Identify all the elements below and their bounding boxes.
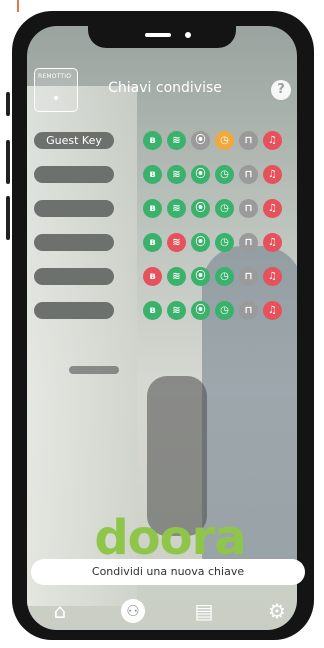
- clock-icon[interactable]: ◷: [215, 267, 234, 286]
- clock-icon[interactable]: ◷: [215, 131, 234, 150]
- key-name-label[interactable]: [34, 302, 114, 319]
- bluetooth-icon[interactable]: ʙ: [143, 165, 162, 184]
- wifi-icon[interactable]: ≋: [167, 267, 186, 286]
- nav-settings[interactable]: ⚙: [262, 596, 292, 626]
- alarm-bell-icon[interactable]: ♫: [263, 301, 282, 320]
- key-name-label[interactable]: [34, 234, 114, 251]
- gate-icon[interactable]: ⊓: [239, 131, 258, 150]
- nav-shared-keys[interactable]: ⚇: [121, 599, 145, 623]
- clock-icon[interactable]: ◷: [215, 301, 234, 320]
- bluetooth-icon[interactable]: ʙ: [143, 131, 162, 150]
- bottom-nav: ⌂ ⚇ ▤ ⚙: [27, 592, 297, 630]
- speaker-icon: [145, 33, 171, 37]
- wifi-icon[interactable]: ≋: [167, 131, 186, 150]
- key-row[interactable]: ʙ ≋ ⦿ ◷ ⊓ ♫: [34, 199, 296, 218]
- accent-line: [17, 0, 19, 12]
- bluetooth-icon[interactable]: ʙ: [143, 199, 162, 218]
- home-icon: ⌂: [53, 599, 67, 623]
- device-logo[interactable]: REMOTTIO: [34, 68, 78, 112]
- device-logo-text: REMOTTIO: [38, 73, 72, 80]
- key-row[interactable]: ʙ ≋ ⦿ ◷ ⊓ ♫: [34, 301, 296, 320]
- gate-icon[interactable]: ⊓: [239, 165, 258, 184]
- key-row[interactable]: ʙ ≋ ⦿ ◷ ⊓ ♫: [34, 165, 296, 184]
- remote-signal-icon[interactable]: ⦿: [191, 233, 210, 252]
- bluetooth-icon[interactable]: ʙ: [143, 267, 162, 286]
- settings-icon: ⚙: [268, 599, 286, 623]
- key-row[interactable]: ʙ ≋ ⦿ ◷ ⊓ ♫: [34, 267, 296, 286]
- nav-documents[interactable]: ▤: [189, 596, 219, 626]
- key-name-label[interactable]: Guest Key: [34, 132, 114, 149]
- remote-signal-icon[interactable]: ⦿: [191, 301, 210, 320]
- clock-icon[interactable]: ◷: [215, 233, 234, 252]
- device-status-dot: [54, 96, 58, 100]
- phone-volume-down: [6, 196, 10, 240]
- alarm-bell-icon[interactable]: ♫: [263, 267, 282, 286]
- gate-icon[interactable]: ⊓: [239, 199, 258, 218]
- alarm-bell-icon[interactable]: ♫: [263, 199, 282, 218]
- page-title: Chiavi condivise: [108, 80, 222, 96]
- remote-signal-icon[interactable]: ⦿: [191, 131, 210, 150]
- key-name-label[interactable]: [34, 200, 114, 217]
- document-icon: ▤: [194, 599, 214, 623]
- help-icon[interactable]: ?: [271, 80, 291, 100]
- key-row[interactable]: ʙ ≋ ⦿ ◷ ⊓ ♫: [34, 233, 296, 252]
- nav-home[interactable]: ⌂: [45, 596, 75, 626]
- wifi-icon[interactable]: ≋: [167, 165, 186, 184]
- alarm-bell-icon[interactable]: ♫: [263, 233, 282, 252]
- share-keys-icon: ⚇: [126, 602, 140, 620]
- phone-notch: [88, 26, 236, 48]
- phone-volume-up: [6, 140, 10, 184]
- wifi-icon[interactable]: ≋: [167, 301, 186, 320]
- bluetooth-icon[interactable]: ʙ: [143, 301, 162, 320]
- camera-icon: [185, 32, 191, 38]
- clock-icon[interactable]: ◷: [215, 165, 234, 184]
- wifi-icon[interactable]: ≋: [167, 199, 186, 218]
- background-door-handle: [69, 366, 119, 374]
- brand-logo: doora: [94, 510, 246, 566]
- remote-signal-icon[interactable]: ⦿: [191, 267, 210, 286]
- bluetooth-icon[interactable]: ʙ: [143, 233, 162, 252]
- wifi-icon[interactable]: ≋: [167, 233, 186, 252]
- gate-icon[interactable]: ⊓: [239, 301, 258, 320]
- phone-side-button: [6, 92, 10, 116]
- key-row[interactable]: Guest Key ʙ ≋ ⦿ ◷ ⊓ ♫: [34, 131, 296, 150]
- gate-icon[interactable]: ⊓: [239, 267, 258, 286]
- alarm-bell-icon[interactable]: ♫: [263, 165, 282, 184]
- alarm-bell-icon[interactable]: ♫: [263, 131, 282, 150]
- remote-signal-icon[interactable]: ⦿: [191, 199, 210, 218]
- clock-icon[interactable]: ◷: [215, 199, 234, 218]
- share-new-key-button[interactable]: Condividi una nuova chiave: [31, 559, 305, 585]
- gate-icon[interactable]: ⊓: [239, 233, 258, 252]
- key-name-label[interactable]: [34, 268, 114, 285]
- key-name-label[interactable]: [34, 166, 114, 183]
- remote-signal-icon[interactable]: ⦿: [191, 165, 210, 184]
